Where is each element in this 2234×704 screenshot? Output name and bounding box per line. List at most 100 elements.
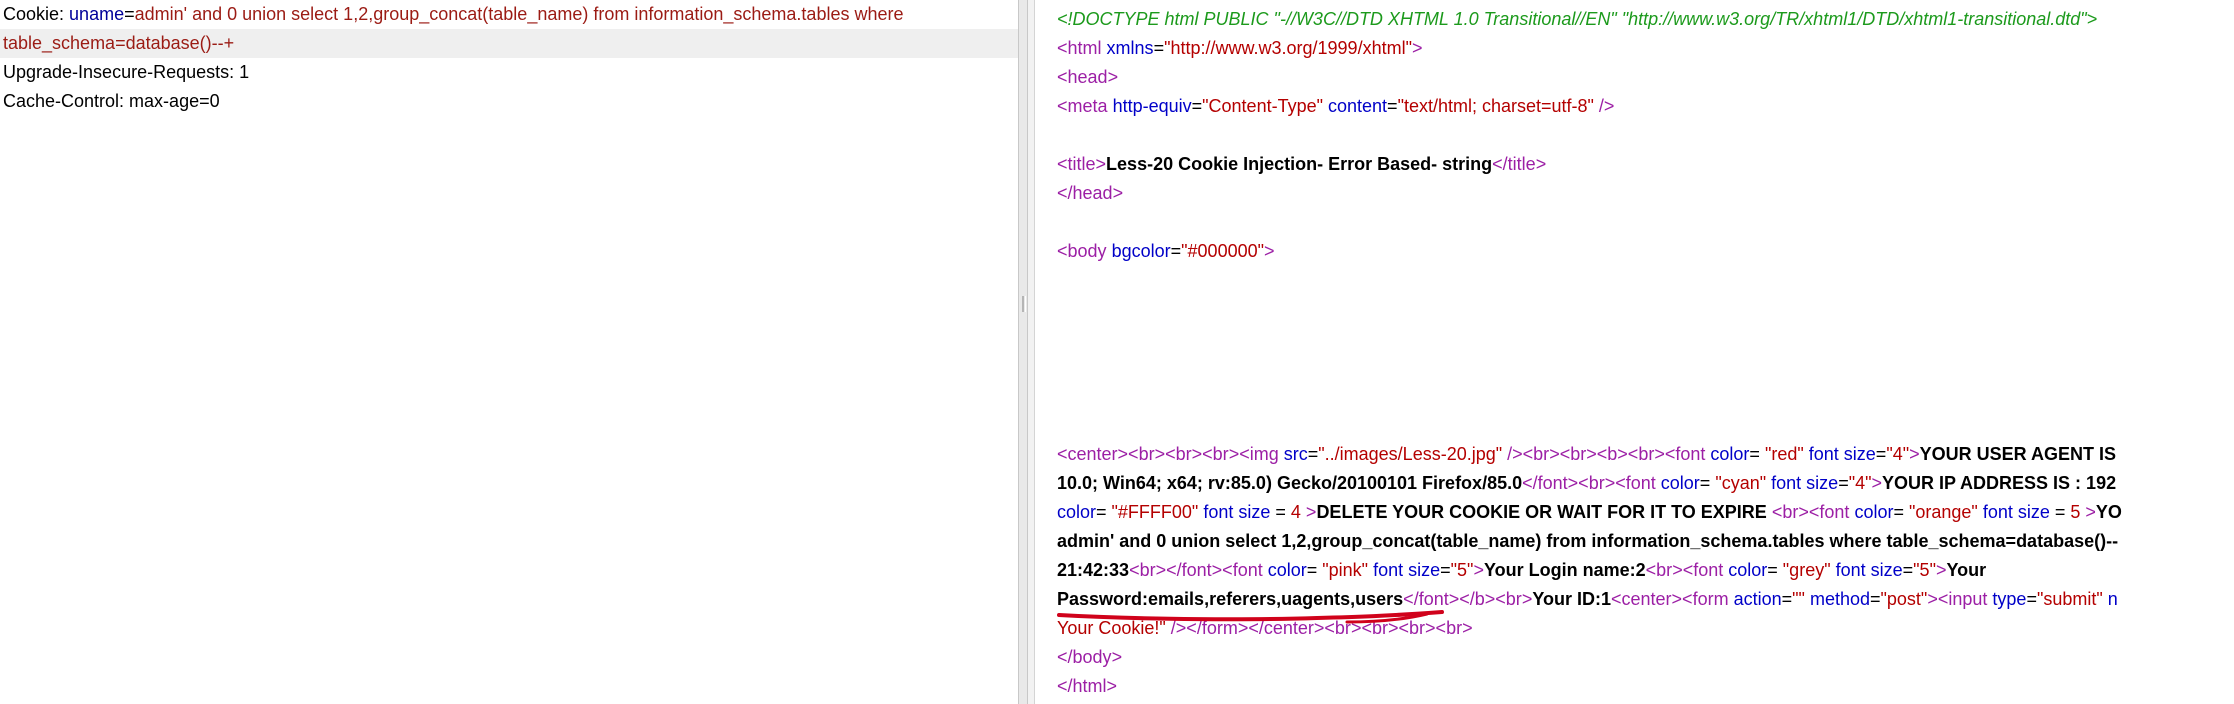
ip-address-text: YOUR IP ADDRESS IS : 192 [1882,473,2117,493]
font-tag: font [1625,473,1656,493]
password-label-text: Your [1946,560,1987,580]
font-color-value: "grey" [1782,560,1831,580]
br-tag: br [1138,444,1155,464]
response-line-meta: <meta http-equiv="Content-Type" content=… [1057,96,1615,116]
meta-attr-httpequiv: http-equiv [1112,96,1192,116]
br-tag: br [1212,444,1229,464]
login-name-text: Your Login name:2 [1483,560,1646,580]
font-size-value: "5" [1450,560,1474,580]
title-tag: title [1067,154,1096,174]
font-color-attr: color [1267,560,1307,580]
font-color-value: "orange" [1908,502,1978,522]
cookie-eq: = [124,4,135,24]
expire-time-text: 21:42:33 [1057,560,1130,580]
input-name-attr: n [2107,589,2118,609]
response-line-login-name: 21:42:33<br></font><font color= "pink" f… [1057,560,1987,580]
font-size-attr: font size [1982,502,2050,522]
cookie-label-text: YO [2095,502,2122,522]
html-close-tag: /html [1067,676,1107,696]
font-close-tag: /font [1532,473,1568,493]
font-color-value: "cyan" [1715,473,1767,493]
meta-value-content-type: "Content-Type" [1202,96,1323,116]
split-divider[interactable] [1018,0,1028,704]
response-line-injected-query: admin' and 0 union select 1,2,group_conc… [1057,527,2118,556]
font-color-value: "#FFFF00" [1111,502,1199,522]
html-tag: html [1067,38,1102,58]
body-attr-value: "#000000" [1181,241,1264,261]
pane-border [1028,0,1035,704]
font-color-value: "pink" [1322,560,1369,580]
response-line-user-agent: 10.0; Win64; x64; rv:85.0) Gecko/2010010… [1057,473,2117,493]
head-tag: head [1067,67,1108,87]
response-line-html: <html xmlns="http://www.w3.org/1999/xhtm… [1057,38,1423,58]
b-tag: b [1607,444,1618,464]
password-value-text: Password:emails,referers,uagents,users [1057,589,1404,609]
request-upgrade-line[interactable]: Upgrade-Insecure-Requests: 1 [0,58,1018,87]
input-tag: input [1948,589,1988,609]
request-pane[interactable]: Cookie: uname=admin' and 0 union select … [0,0,1018,704]
font-size-attr: font size [1203,502,1271,522]
font-size-attr: font size [1373,560,1441,580]
response-line-center: <center><br><br><br><img src="../images/… [1057,444,2116,464]
font-size-value: "5" [1913,560,1936,580]
font-close-tag: /font [1176,560,1212,580]
request-cache-line[interactable]: Cache-Control: max-age=0 [0,87,1018,116]
body-close-tag: /body [1067,647,1112,667]
user-agent-value: 10.0; Win64; x64; rv:85.0) Gecko/2010010… [1057,473,1523,493]
center-tag: center [1067,444,1118,464]
response-line-cookie-warning: color= "#FFFF00" font size = 4 >DELETE Y… [1057,502,2122,522]
form-tag: form [1692,589,1729,609]
head-close-tag: /head [1067,183,1113,203]
response-line-head-close: </head> [1057,183,1124,203]
password-underline-annotation [1057,610,1444,624]
br-tag: br [1446,618,1463,638]
br-tag: br [1139,560,1156,580]
title-text: Less-20 Cookie Injection- Error Based- s… [1106,154,1493,174]
html-attr-value: "http://www.w3.org/1999/xhtml" [1164,38,1412,58]
cookie-param-name: uname [69,4,125,24]
injected-query-text: admin' and 0 union select 1,2,group_conc… [1057,531,2119,551]
br-tag: br [1782,502,1799,522]
font-size-attr: font size [1835,560,1903,580]
form-method-attr: method [1809,589,1870,609]
user-id-text: Your ID:1 [1532,589,1611,609]
img-tag: img [1249,444,1279,464]
cookie-param-value-line1: admin' and 0 union select 1,2,group_conc… [134,4,904,24]
img-src-value: "../images/Less-20.jpg" [1318,444,1503,464]
font-color-attr: color [1728,560,1768,580]
font-tag: font [1693,560,1724,580]
response-line-body: <body bgcolor="#000000"> [1057,241,1275,261]
doctype-text: <!DOCTYPE html PUBLIC "-//W3C//DTD XHTML… [1057,9,2098,29]
divider-grip-highlight [1025,296,1026,312]
font-color-attr: color [1660,473,1700,493]
font-size-attr: font size [1771,473,1839,493]
font-tag: font [1232,560,1263,580]
response-pane[interactable]: <!DOCTYPE html PUBLIC "-//W3C//DTD XHTML… [1035,0,2234,704]
font-tag: font [1675,444,1706,464]
input-type-value: "submit" [2036,589,2103,609]
font-color-value: "red" [1764,444,1804,464]
response-line-body-close: </body> [1057,647,1123,667]
font-size-value: "4" [1886,444,1910,464]
img-src-attr: src [1283,444,1308,464]
font-size-value: "4" [1848,473,1872,493]
body-tag: body [1067,241,1107,261]
br-tag: br [1656,560,1673,580]
font-size-value: 5 [2070,502,2081,522]
meta-attr-content: content [1328,96,1388,116]
form-action-attr: action [1733,589,1782,609]
meta-value-charset: "text/html; charset=utf-8" [1397,96,1594,116]
request-cookie-line[interactable]: Cookie: uname=admin' and 0 union select … [0,0,1018,29]
form-action-value: "" [1792,589,1805,609]
font-color-attr: color [1854,502,1894,522]
response-line-doctype: <!DOCTYPE html PUBLIC "-//W3C//DTD XHTML… [1057,5,2097,34]
font-color-attr: color [1710,444,1750,464]
br-tag: br [1638,444,1655,464]
response-line-title: <title>Less-20 Cookie Injection- Error B… [1057,154,1547,174]
br-tag: br [1175,444,1192,464]
input-type-attr: type [1992,589,2027,609]
center-tag: center [1621,589,1672,609]
br-tag: br [1570,444,1587,464]
request-cookie-line-wrap[interactable]: table_schema=database()--+ [0,29,1018,58]
meta-tag: meta [1067,96,1108,116]
